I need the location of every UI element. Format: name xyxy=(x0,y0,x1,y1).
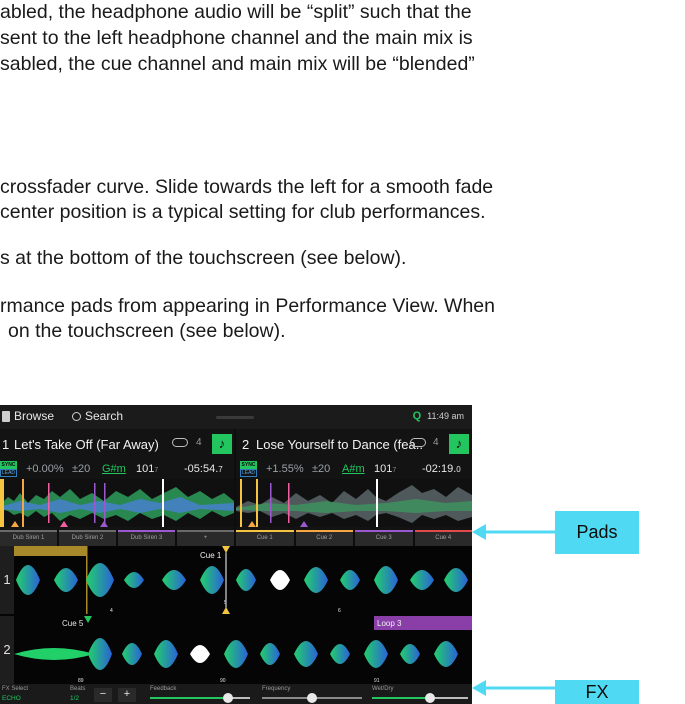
deck-number: 2 xyxy=(242,436,250,452)
scrolling-waveforms[interactable]: Cue 5 Cue 1 Loop 3 4 5 6 89 90 91 xyxy=(14,546,472,684)
search-label: Search xyxy=(85,409,124,423)
beats-value: 1/2 xyxy=(70,695,80,702)
pad-button[interactable]: Dub Siren 2 xyxy=(59,530,116,546)
deck-2-pads: Cue 1 Cue 2 Cue 3 Cue 4 xyxy=(236,530,472,546)
sync-button[interactable]: SYNC LEAD xyxy=(240,461,257,477)
fx-bar: FX Select ECHO Beats 1/2 − + Feedback Fr… xyxy=(0,684,472,704)
beats-increase-button[interactable]: + xyxy=(118,688,136,702)
pad-button[interactable]: Dub Siren 1 xyxy=(0,530,57,546)
clock-time: 11:49 am xyxy=(427,411,464,421)
paragraph-line: abled, the headphone audio will be “spli… xyxy=(0,1,472,23)
music-note-icon[interactable]: ♪ xyxy=(212,434,232,454)
paragraph-line: on the touchscreen (see below). xyxy=(8,320,286,342)
slider-knob[interactable] xyxy=(424,693,435,703)
pad-button[interactable]: Cue 1 xyxy=(236,530,294,546)
quantize-indicator[interactable]: Q xyxy=(413,410,422,422)
pad-button[interactable]: Dub Siren 3 xyxy=(118,530,175,546)
pad-button[interactable]: Cue 4 xyxy=(414,530,472,546)
paragraph-line: center position is a typical setting for… xyxy=(0,201,486,223)
pad-button[interactable]: + xyxy=(177,530,234,546)
deck-2-overview-waveform[interactable] xyxy=(236,479,472,527)
loop-size: 4 xyxy=(196,437,202,448)
track-title: Lose Yourself to Dance (fea... xyxy=(256,436,424,452)
cue-5-label: Cue 5 xyxy=(62,619,84,628)
fx-select-value[interactable]: ECHO xyxy=(2,695,21,702)
browse-icon xyxy=(2,410,10,422)
browse-button[interactable]: Browse xyxy=(2,409,54,423)
beats-label: Beats xyxy=(70,686,86,692)
beat-number: 4 xyxy=(110,608,113,614)
pitch-range: ±20 xyxy=(312,463,331,475)
cue-1-label: Cue 1 xyxy=(200,551,222,560)
paragraph-line: sabled, the cue channel and main mix wil… xyxy=(0,53,475,75)
pitch-value: +0.00% xyxy=(26,463,64,475)
beats-decrease-button[interactable]: − xyxy=(94,688,112,702)
deck-1-side-label: 1 xyxy=(0,546,14,614)
loop-size: 4 xyxy=(433,437,439,448)
slider-knob[interactable] xyxy=(223,693,233,703)
search-button[interactable]: Search xyxy=(72,409,123,423)
browse-label: Browse xyxy=(14,409,55,423)
paragraph-line: rmance pads from appearing in Performanc… xyxy=(0,295,495,317)
deck-number: 1 xyxy=(2,436,10,452)
bpm-value: 1017 xyxy=(374,463,397,475)
remaining-time: -02:19.0 xyxy=(422,463,461,475)
waveform-area[interactable]: 1 2 Cue 5 Cue 1 Loop 3 4 5 6 89 90 91 xyxy=(0,546,472,684)
deck-2-info: SYNC LEAD +1.55% ±20 A#m 1017 -02:19.0 xyxy=(236,459,472,479)
loop-icon[interactable] xyxy=(172,438,188,447)
key-value: G#m xyxy=(102,463,126,475)
paragraph-line: sent to the left headphone channel and t… xyxy=(0,27,473,49)
fx-select-label: FX Select xyxy=(2,686,29,692)
pad-button[interactable]: Cue 3 xyxy=(355,530,413,546)
paragraph-line: s at the bottom of the touchscreen (see … xyxy=(0,247,407,269)
pitch-range: ±20 xyxy=(72,463,91,475)
feedback-slider[interactable] xyxy=(150,693,250,703)
wet-dry-slider[interactable] xyxy=(372,693,468,703)
feedback-label: Feedback xyxy=(150,686,177,692)
top-bar: Browse Search Q 11:49 am xyxy=(0,405,472,429)
wet-dry-label: Wet/Dry xyxy=(372,686,394,692)
search-icon xyxy=(72,411,81,421)
frequency-label: Frequency xyxy=(262,686,291,692)
frequency-slider[interactable] xyxy=(262,693,362,703)
music-note-icon[interactable]: ♪ xyxy=(449,434,469,454)
deck-2-side-label: 2 xyxy=(0,616,14,684)
pad-button[interactable]: Cue 2 xyxy=(295,530,353,546)
deck-1-overview-waveform[interactable] xyxy=(0,479,234,527)
bpm-value: 1017 xyxy=(136,463,159,475)
loop-3-label: Loop 3 xyxy=(377,619,402,628)
fx-callout: FX xyxy=(555,680,639,704)
remaining-time: -05:54.7 xyxy=(184,463,223,475)
sync-button[interactable]: SYNC LEAD xyxy=(0,461,17,477)
slider-knob[interactable] xyxy=(307,693,317,703)
drag-handle[interactable] xyxy=(216,416,254,419)
performance-view-screenshot: Browse Search Q 11:49 am 1 Let's Take Of… xyxy=(0,405,472,704)
key-value: A#m xyxy=(342,463,365,475)
loop-icon[interactable] xyxy=(410,438,426,447)
deck-2: 2 Lose Yourself to Dance (fea... 4 ♪ SYN… xyxy=(236,429,472,530)
pads-callout: Pads xyxy=(555,511,639,554)
track-title: Let's Take Off (Far Away) xyxy=(14,436,159,452)
deck-1-info: SYNC LEAD +0.00% ±20 G#m 1017 -05:54.7 xyxy=(0,459,234,479)
deck-1-pads: Dub Siren 1 Dub Siren 2 Dub Siren 3 + xyxy=(0,530,234,546)
deck-1: 1 Let's Take Off (Far Away) 4 ♪ SYNC LEA… xyxy=(0,429,234,530)
beat-number: 6 xyxy=(338,608,341,614)
status-clock: Q 11:49 am xyxy=(413,410,464,422)
beat-number: 5 xyxy=(224,600,227,606)
paragraph-line: crossfader curve. Slide towards the left… xyxy=(0,176,494,198)
pitch-value: +1.55% xyxy=(266,463,304,475)
